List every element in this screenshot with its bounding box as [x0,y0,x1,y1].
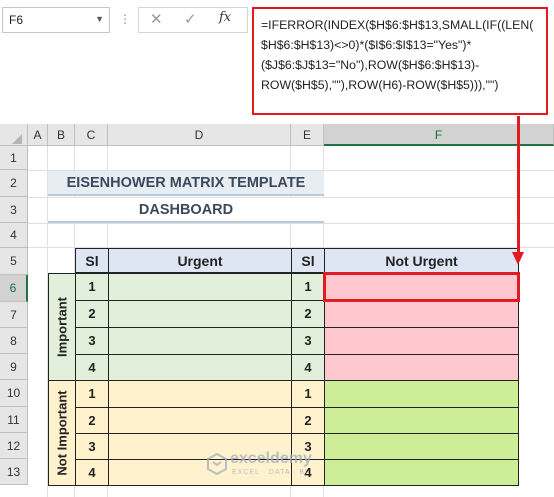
callout-arrow-line [517,116,520,256]
name-box[interactable]: F6 ▼ [2,7,110,33]
important-group-label: Important [48,273,76,381]
row-header-12[interactable]: 12 [0,433,28,459]
gridline [28,223,554,224]
watermark-name: exceldemy [230,450,312,467]
row-header-13[interactable]: 13 [0,459,28,485]
select-all-icon [12,134,22,144]
header-sl-urgent: Sl [75,248,109,273]
header-not-urgent: Not Urgent [324,248,519,273]
not-important-label: Not Important [54,390,70,476]
sl-cell[interactable]: 4 [75,354,109,381]
row-header-7[interactable]: 7 [0,302,28,328]
row-header-8[interactable]: 8 [0,328,28,354]
row-header-2[interactable]: 2 [0,170,28,197]
not-urgent-important-cell[interactable] [324,354,519,381]
col-header-b[interactable]: B [48,124,75,146]
urgent-not-important-cell[interactable] [108,407,292,434]
sl-cell[interactable]: 4 [291,354,325,381]
sl-cell[interactable]: 1 [75,380,109,408]
sl-cell[interactable]: 2 [75,300,109,328]
col-header-e[interactable]: E [291,124,324,146]
exceldemy-logo-icon [207,453,227,475]
sl-cell[interactable]: 2 [75,407,109,434]
row-header-10[interactable]: 10 [0,380,28,407]
col-header-a[interactable]: A [28,124,48,146]
not-urgent-not-important-cell[interactable] [324,407,519,434]
sl-cell[interactable]: 1 [291,380,325,408]
formula-input[interactable]: =IFERROR(INDEX($H$6:$H$13,SMALL(IF((LEN(… [252,7,548,115]
not-urgent-not-important-cell[interactable] [324,459,519,486]
row-header-5[interactable]: 5 [0,248,28,275]
insert-function-button[interactable]: fx [219,10,231,25]
sl-cell[interactable]: 2 [291,407,325,434]
sl-cell[interactable]: 3 [75,433,109,460]
sl-cell[interactable]: 1 [291,273,325,301]
row-header-9[interactable]: 9 [0,354,28,380]
urgent-important-cell[interactable] [108,300,292,328]
sl-cell[interactable]: 3 [291,327,325,355]
sl-cell[interactable]: 2 [291,300,325,328]
not-urgent-not-important-cell[interactable] [324,433,519,460]
check-icon[interactable]: ✓ [184,10,197,28]
close-icon[interactable]: ✕ [150,10,163,28]
urgent-important-cell[interactable] [108,354,292,381]
row-header-3[interactable]: 3 [0,197,28,223]
sl-cell[interactable]: 3 [75,327,109,355]
row-header-6[interactable]: 6 [0,275,28,302]
not-urgent-important-cell[interactable] [324,300,519,328]
important-label: Important [54,297,70,357]
row-header-1[interactable]: 1 [0,146,28,170]
urgent-important-cell[interactable] [108,273,292,301]
page-title: EISENHOWER MATRIX TEMPLATE [48,171,324,196]
urgent-important-cell[interactable] [108,327,292,355]
not-important-group-label: Not Important [48,380,76,486]
watermark-tagline: EXCEL · DATA · BI [232,469,308,476]
not-urgent-not-important-cell[interactable] [324,380,519,408]
urgent-not-important-cell[interactable] [108,380,292,408]
row-header-11[interactable]: 11 [0,407,28,433]
col-header-c[interactable]: C [75,124,108,146]
row-header-4[interactable]: 4 [0,223,28,248]
col-header-d[interactable]: D [108,124,291,146]
header-urgent: Urgent [108,248,292,273]
header-sl-not-urgent: Sl [291,248,325,273]
page-subtitle: DASHBOARD [48,198,324,223]
sl-cell[interactable]: 4 [75,459,109,486]
more-options-icon: ⋮ [119,12,131,26]
chevron-down-icon[interactable]: ▼ [95,14,104,24]
active-cell-f6[interactable] [323,272,520,302]
sl-cell[interactable]: 1 [75,273,109,301]
not-urgent-important-cell[interactable] [324,327,519,355]
name-box-value: F6 [9,13,24,27]
arrow-down-icon [512,252,524,265]
